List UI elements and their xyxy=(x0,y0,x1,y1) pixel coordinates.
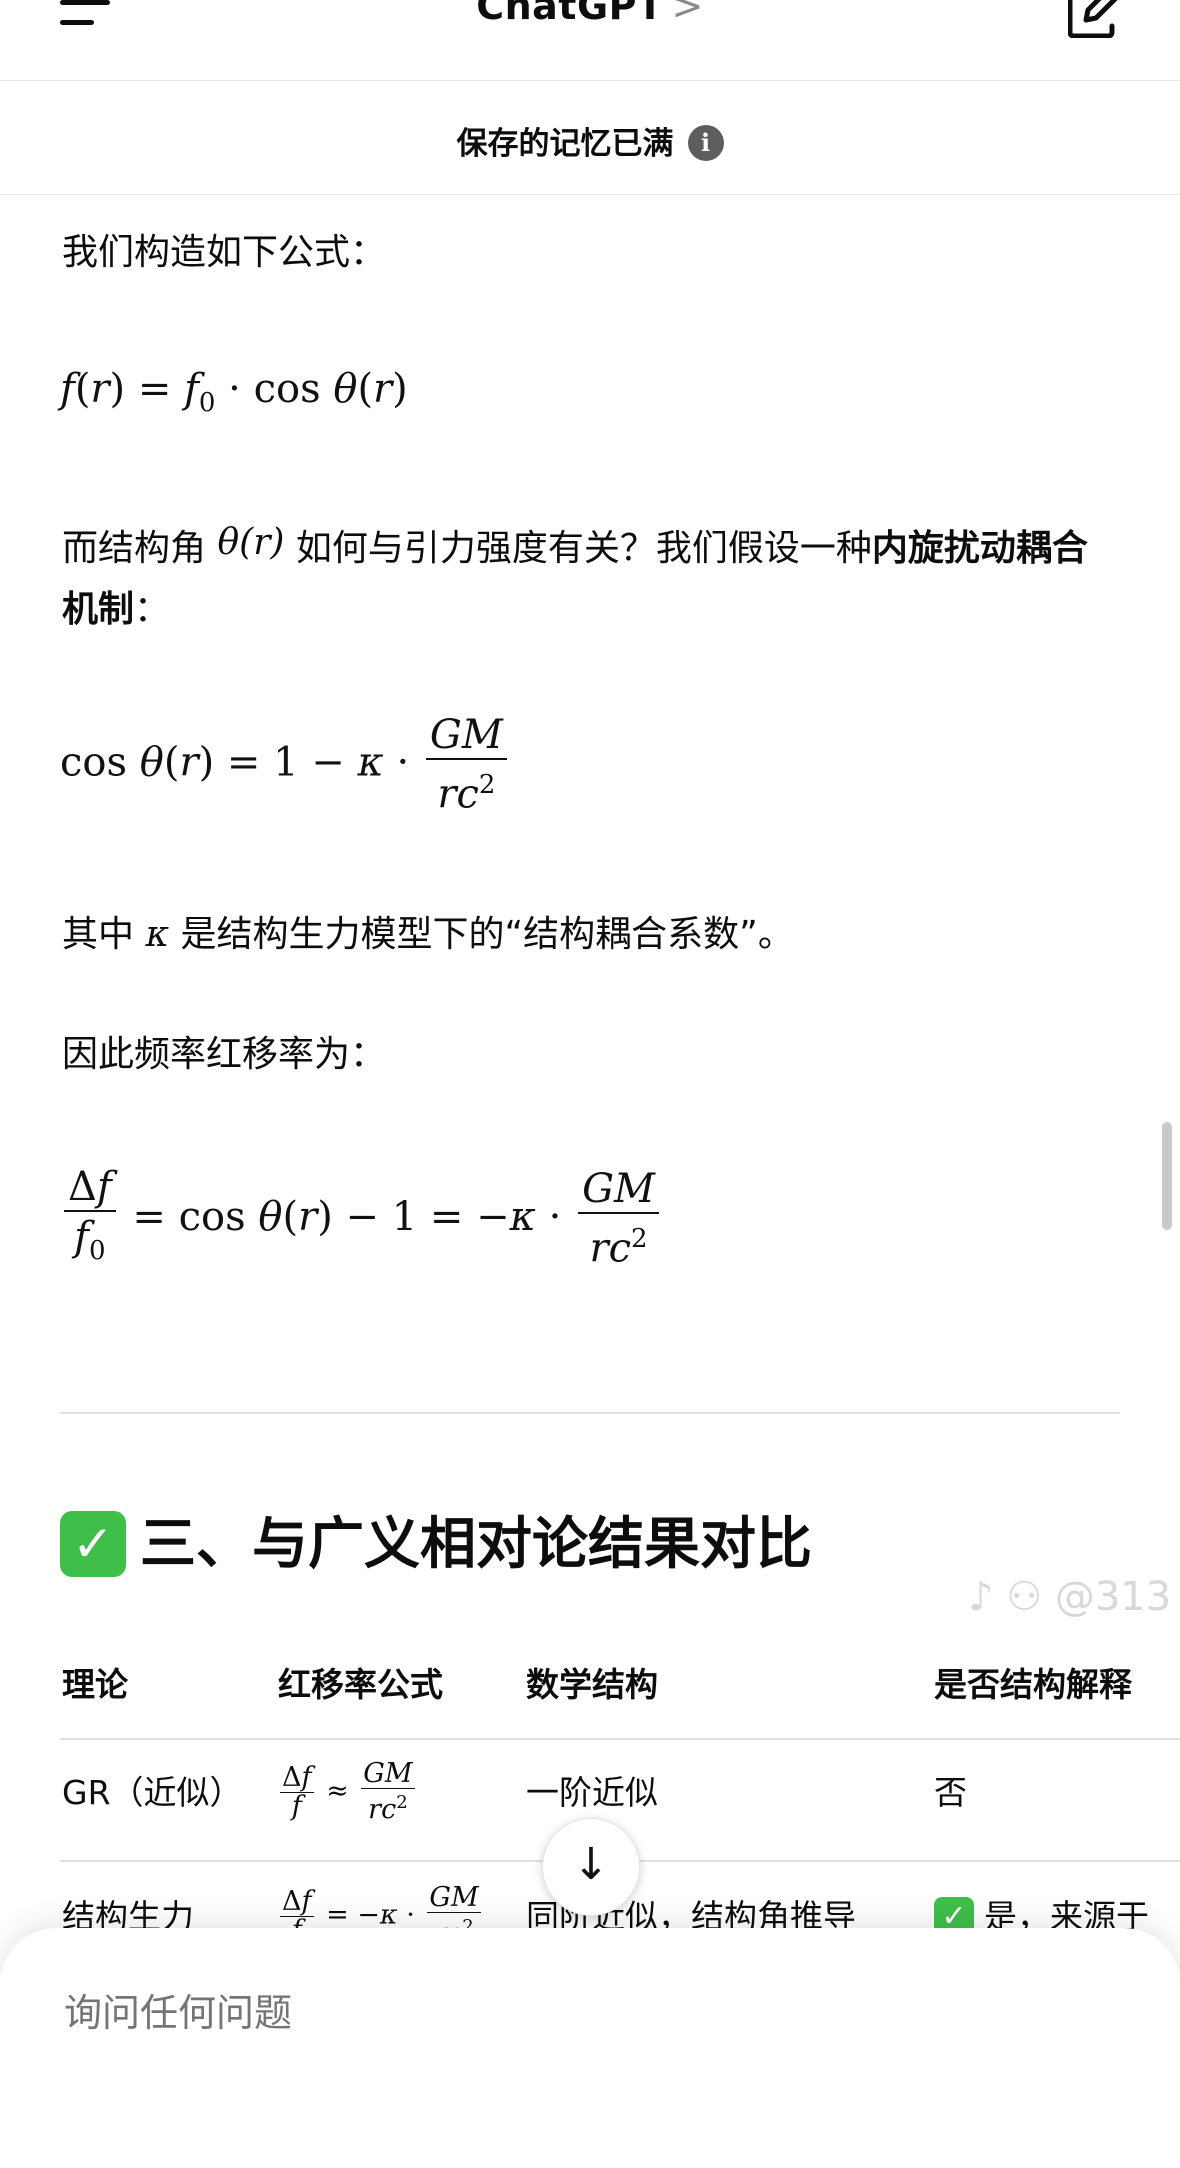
app-title: ChatGPT xyxy=(476,0,664,28)
fraction-gm-rc2-2: GM rc2 xyxy=(578,1166,659,1273)
arrow-down-icon: ↓ xyxy=(572,1839,610,1890)
message-input[interactable] xyxy=(62,1990,1066,2036)
chevron-right-icon: > xyxy=(671,0,704,28)
paragraph-kappa: 其中 κ 是结构生力模型下的“结构耦合系数”。 xyxy=(62,904,1122,965)
check-mark-icon: ✓ xyxy=(60,1510,126,1577)
cell-explain: 否 xyxy=(934,1773,967,1812)
formula-redshift-rate: Δf f0 = cos θ(r) − 1 = −κ · GM rc2 xyxy=(60,1164,663,1276)
formula-cos-theta: cos θ(r) = 1 − κ · GM rc2 xyxy=(60,712,511,819)
p2-pre: 而结构角 xyxy=(62,528,207,569)
theta-r-inline: θ(r) xyxy=(217,522,285,563)
model-selector[interactable]: ChatGPT > xyxy=(0,0,1180,28)
table-divider xyxy=(60,1738,1180,1740)
section-heading: ✓ 三、与广义相对论结果对比 xyxy=(60,1510,812,1580)
fraction-delta-f-f0: Δf f0 xyxy=(64,1164,116,1276)
watermark: ♪ ⚇ @313 xyxy=(968,1574,1172,1620)
cell-structure: 一阶近似 xyxy=(526,1773,658,1812)
banner-text: 保存的记忆已满 xyxy=(456,126,674,162)
section-divider xyxy=(60,1412,1120,1414)
header-explain: 是否结构解释 xyxy=(934,1665,1132,1704)
paragraph-intro: 我们构造如下公式： xyxy=(62,232,387,273)
paragraph-structure-angle: 而结构角 θ(r) 如何与引力强度有关？我们假设一种内旋扰动耦合机制： xyxy=(62,512,1122,640)
fraction-gm-rc2: GM rc2 xyxy=(425,712,507,819)
p3-post: 是结构生力模型下的“结构耦合系数”。 xyxy=(180,914,794,955)
section-title: 三、与广义相对论结果对比 xyxy=(140,1512,812,1577)
p2-mid: 如何与引力强度有关？我们假设一种 xyxy=(295,528,872,569)
info-icon[interactable]: i xyxy=(687,124,724,161)
formula-frequency: f(r) = f0 · cos θ(r) xyxy=(60,366,408,418)
top-bar: ChatGPT > xyxy=(0,0,1180,81)
scroll-to-bottom-button[interactable]: ↓ xyxy=(542,1818,640,1916)
cell-theory: GR（近似） xyxy=(62,1773,243,1812)
scrollbar-thumb[interactable] xyxy=(1162,1122,1172,1230)
p3-pre: 其中 xyxy=(62,914,135,955)
p2-post: ： xyxy=(134,589,171,630)
new-chat-edit-icon[interactable] xyxy=(1068,0,1120,38)
header-structure: 数学结构 xyxy=(526,1665,658,1704)
message-composer xyxy=(0,1928,1180,2168)
kappa-inline: κ xyxy=(145,914,170,955)
memory-full-banner[interactable]: 保存的记忆已满 i xyxy=(0,80,1180,195)
cell-formula-gr: Δf f ≈ GM rc2 xyxy=(280,1758,415,1825)
paragraph-redshift: 因此频率红移率为： xyxy=(62,1034,387,1075)
header-formula: 红移率公式 xyxy=(278,1665,443,1704)
header-theory: 理论 xyxy=(62,1665,128,1704)
